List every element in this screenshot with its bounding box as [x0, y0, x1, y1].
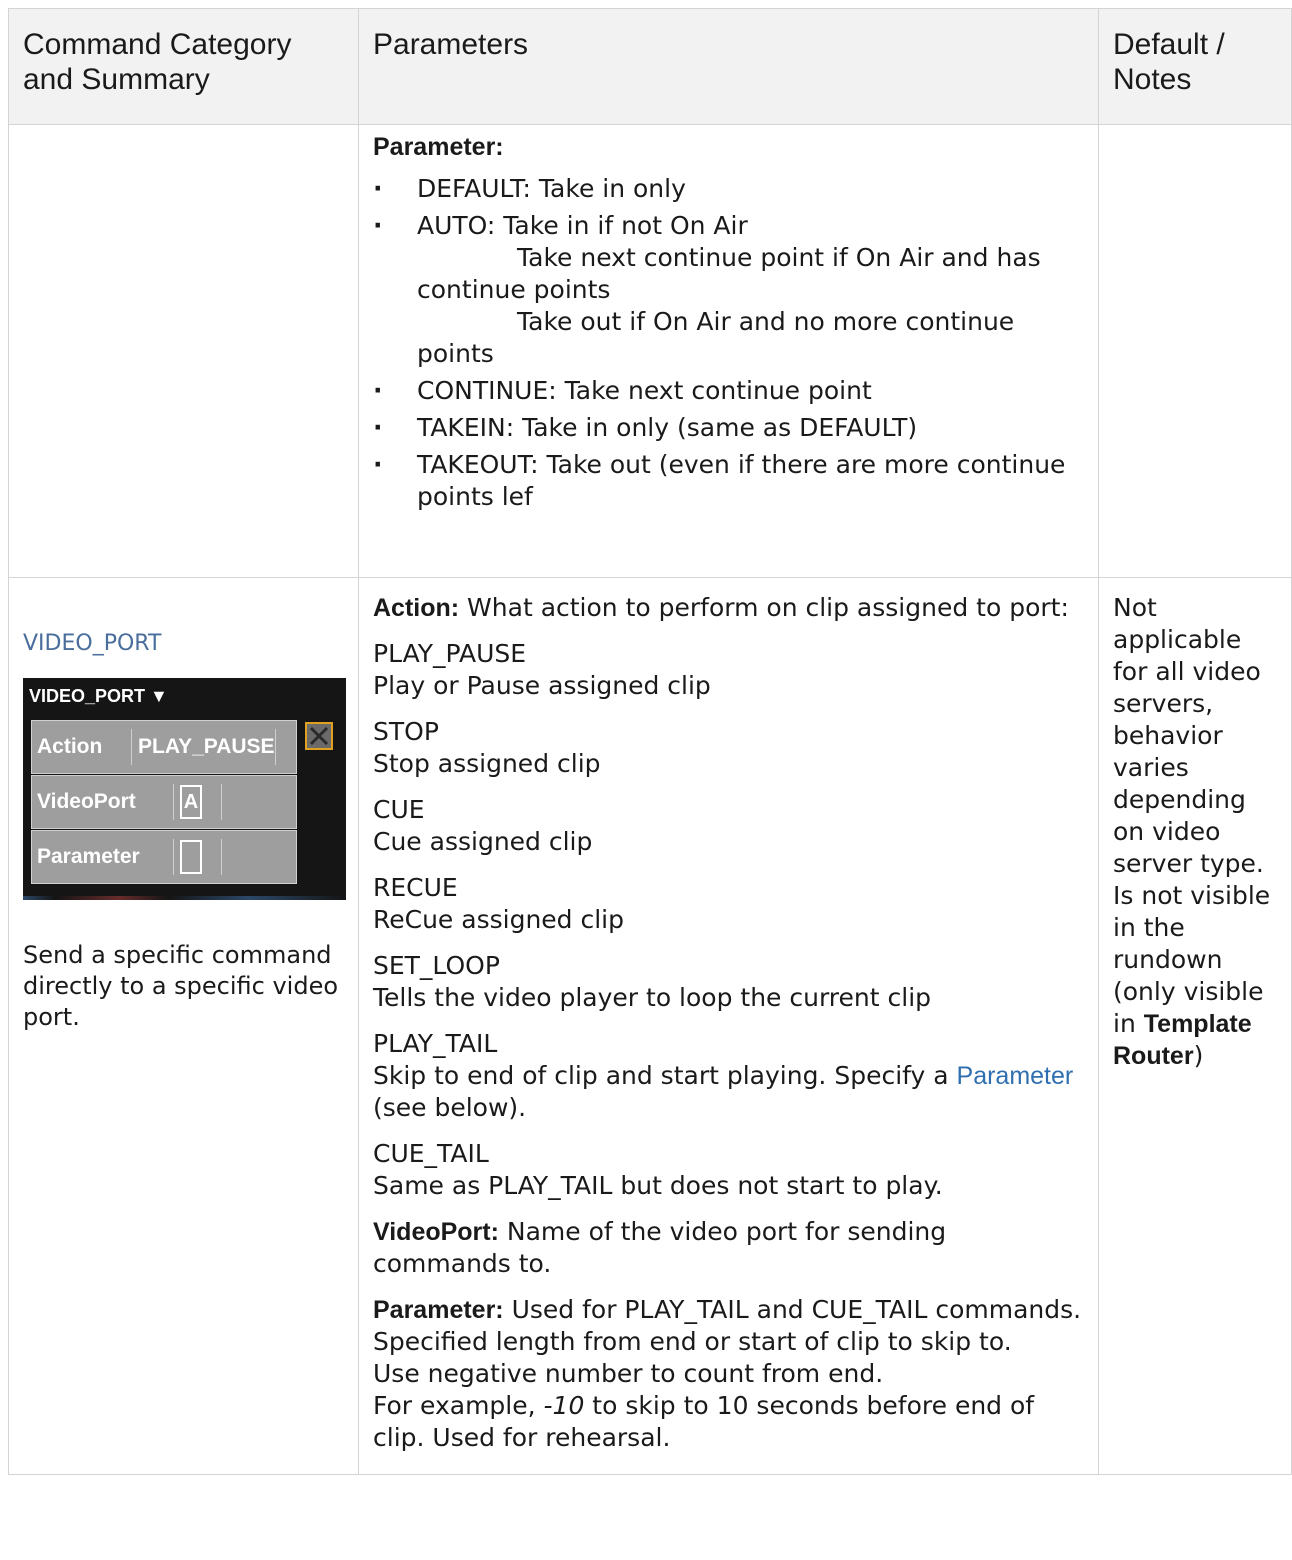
parameter-options-list: DEFAULT: Take in only AUTO: Take in if n… [373, 173, 1084, 513]
auto-sub-description: Take out if On Air and no more continue … [417, 307, 1015, 368]
screenshot-row-videoport: VideoPort A [31, 775, 297, 829]
table-row: Parameter: DEFAULT: Take in only AUTO: T… [8, 124, 1292, 578]
screenshot-row-action: Action PLAY_PAUSE [31, 720, 297, 774]
action-item: RECUE ReCue assigned clip [373, 873, 624, 934]
action-item: CUE_TAIL Same as PLAY_TAIL but does not … [373, 1139, 943, 1200]
action-item: SET_LOOP Tells the video player to loop … [373, 951, 932, 1012]
parameter-label: Parameter: [373, 133, 504, 161]
category-cell-empty [8, 124, 359, 578]
table-header-row: Command Category and Summary Parameters … [8, 8, 1292, 125]
list-item: TAKEOUT: Take out (even if there are mor… [373, 449, 1084, 513]
screenshot-grid: Action PLAY_PAUSE VideoPort A Parameter [31, 720, 297, 885]
parameter-description: Parameter: Used for PLAY_TAIL and CUE_TA… [373, 1295, 1082, 1452]
list-item: TAKEIN: Take in only (same as DEFAULT) [373, 412, 1084, 444]
notes-cell-empty [1098, 124, 1292, 578]
action-item: CUE Cue assigned clip [373, 795, 593, 856]
list-item: AUTO: Take in if not On Air Take next co… [373, 210, 1084, 370]
list-item: CONTINUE: Take next continue point [373, 375, 1084, 407]
parameters-cell: Action: What action to perform on clip a… [358, 577, 1099, 1475]
category-summary: Send a specific command directly to a sp… [23, 941, 339, 1031]
action-description: Action: What action to perform on clip a… [373, 593, 1069, 622]
videoport-description: VideoPort: Name of the video port for se… [373, 1217, 947, 1278]
table-row: VIDEO_PORT VIDEO_PORT ▼ Action PLAY_PAUS… [8, 577, 1292, 1475]
screenshot-title: VIDEO_PORT ▼ [29, 686, 168, 706]
action-item: PLAY_TAIL Skip to end of clip and start … [373, 1029, 1074, 1122]
action-item: STOP Stop assigned clip [373, 717, 601, 778]
auto-sub-description: Take next continue point if On Air and h… [417, 243, 1041, 304]
list-item: DEFAULT: Take in only [373, 173, 1084, 205]
header-parameters: Parameters [358, 8, 1099, 125]
action-item: PLAY_PAUSE Play or Pause assigned clip [373, 639, 711, 700]
video-port-screenshot: VIDEO_PORT ▼ Action PLAY_PAUSE VideoPort… [23, 678, 346, 900]
screenshot-row-parameter: Parameter [31, 830, 297, 884]
header-command-category: Command Category and Summary [8, 8, 359, 125]
header-default-notes: Default / Notes [1098, 8, 1292, 125]
command-table: Command Category and Summary Parameters … [8, 8, 1292, 1475]
category-name[interactable]: VIDEO_PORT [23, 628, 344, 660]
parameters-cell: Parameter: DEFAULT: Take in only AUTO: T… [358, 124, 1099, 578]
category-cell: VIDEO_PORT VIDEO_PORT ▼ Action PLAY_PAUS… [8, 577, 359, 1475]
parameter-link[interactable]: Parameter [957, 1062, 1074, 1090]
close-icon [305, 722, 333, 750]
notes-cell: Not applicable for all video servers, be… [1098, 577, 1292, 1475]
